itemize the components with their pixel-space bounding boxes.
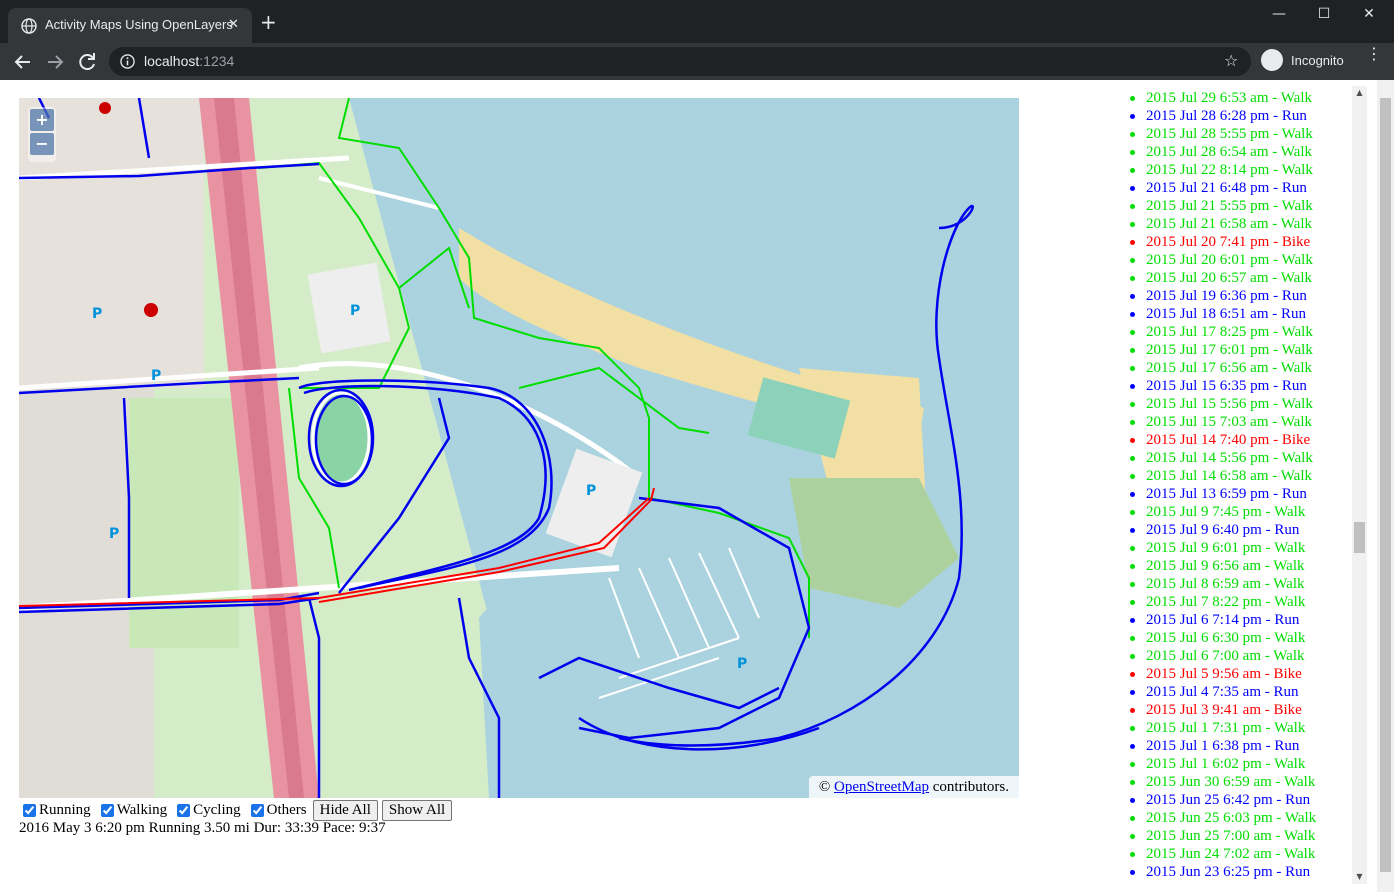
activity-item[interactable]: 2015 Jul 15 7:03 am - Walk xyxy=(1120,413,1352,431)
globe-icon xyxy=(21,18,37,34)
activity-summary: 2016 May 3 6:20 pm Running 3.50 mi Dur: … xyxy=(19,820,386,836)
activity-item[interactable]: 2015 Jul 9 6:01 pm - Walk xyxy=(1120,539,1352,557)
tab-strip: Activity Maps Using OpenLayers ✕ + — ☐ ✕ xyxy=(0,0,1394,43)
activity-item[interactable]: 2015 Jul 15 6:35 pm - Run xyxy=(1120,377,1352,395)
page-scrollbar[interactable] xyxy=(1377,80,1394,892)
activity-item[interactable]: 2015 Jul 22 8:14 pm - Walk xyxy=(1120,161,1352,179)
browser-toolbar: localhost:1234 ☆ xyxy=(0,43,1394,80)
activity-item[interactable]: 2015 Jul 17 6:01 pm - Walk xyxy=(1120,341,1352,359)
activity-item[interactable]: 2015 Jul 6 7:14 pm - Run xyxy=(1120,611,1352,629)
activity-item[interactable]: 2015 Jun 25 6:03 pm - Walk xyxy=(1120,809,1352,827)
show-all-button[interactable]: Show All xyxy=(381,799,453,821)
svg-text:P: P xyxy=(350,303,360,319)
activity-item[interactable]: 2015 Jun 24 7:02 am - Walk xyxy=(1120,845,1352,863)
activity-item[interactable]: 2015 Jul 19 6:36 pm - Run xyxy=(1120,287,1352,305)
zoom-out-button[interactable]: − xyxy=(30,133,54,155)
minimize-icon[interactable]: — xyxy=(1264,6,1294,22)
activity-item[interactable]: 2015 Jul 13 6:59 pm - Run xyxy=(1120,485,1352,503)
map-canvas[interactable]: P P P P P P xyxy=(19,98,1019,798)
zoom-controls: + − xyxy=(28,107,56,162)
running-filter[interactable]: Running xyxy=(19,802,91,819)
svg-text:P: P xyxy=(737,656,747,672)
incognito-label[interactable]: Incognito xyxy=(1291,53,1344,68)
back-arrow-icon[interactable] xyxy=(11,50,35,74)
scroll-down-icon[interactable]: ▼ xyxy=(1352,870,1367,884)
activity-item[interactable]: 2015 Jul 8 6:59 am - Walk xyxy=(1120,575,1352,593)
activity-item[interactable]: 2015 Jul 1 7:31 pm - Walk xyxy=(1120,719,1352,737)
incognito-icon[interactable] xyxy=(1261,49,1283,71)
walking-filter[interactable]: Walking xyxy=(97,802,167,819)
activity-list: 2015 Jul 29 6:53 am - Walk 2015 Jul 28 6:… xyxy=(1120,89,1352,881)
activity-item[interactable]: 2015 Jun 23 6:25 pm - Run xyxy=(1120,863,1352,881)
activity-item[interactable]: 2015 Jul 9 6:40 pm - Run xyxy=(1120,521,1352,539)
activity-item[interactable]: 2015 Jul 1 6:38 pm - Run xyxy=(1120,737,1352,755)
map-attribution: © OpenStreetMap contributors. xyxy=(808,776,1019,798)
activity-item[interactable]: 2015 Jul 14 5:56 pm - Walk xyxy=(1120,449,1352,467)
activity-item[interactable]: 2015 Jul 21 6:48 pm - Run xyxy=(1120,179,1352,197)
activity-item[interactable]: 2015 Jul 3 9:41 am - Bike xyxy=(1120,701,1352,719)
bookmark-star-icon[interactable]: ☆ xyxy=(1224,51,1238,70)
svg-text:P: P xyxy=(109,526,119,542)
activity-item[interactable]: 2015 Jul 20 6:01 pm - Walk xyxy=(1120,251,1352,269)
cycling-filter[interactable]: Cycling xyxy=(173,802,241,819)
new-tab-icon[interactable]: + xyxy=(260,12,277,32)
forward-arrow-icon[interactable] xyxy=(43,50,67,74)
filter-controls: Running Walking Cycling Others Hide All … xyxy=(19,799,456,821)
scroll-up-icon[interactable]: ▲ xyxy=(1352,86,1367,100)
page-scroll-thumb[interactable] xyxy=(1380,98,1391,872)
activity-item[interactable]: 2015 Jul 28 5:55 pm - Walk xyxy=(1120,125,1352,143)
activity-item[interactable]: 2015 Jul 20 6:57 am - Walk xyxy=(1120,269,1352,287)
browser-tab[interactable]: Activity Maps Using OpenLayers ✕ xyxy=(8,8,252,43)
list-scrollbar[interactable]: ▲ ▼ xyxy=(1352,86,1367,884)
activity-item[interactable]: 2015 Jul 1 6:02 pm - Walk xyxy=(1120,755,1352,773)
activity-item[interactable]: 2015 Jun 25 7:00 am - Walk xyxy=(1120,827,1352,845)
activity-item[interactable]: 2015 Jul 9 7:45 pm - Walk xyxy=(1120,503,1352,521)
activity-item[interactable]: 2015 Jul 17 6:56 am - Walk xyxy=(1120,359,1352,377)
others-checkbox[interactable] xyxy=(250,803,264,817)
activity-item[interactable]: 2015 Jul 7 8:22 pm - Walk xyxy=(1120,593,1352,611)
others-filter[interactable]: Others xyxy=(247,802,307,819)
address-bar[interactable]: localhost:1234 ☆ xyxy=(109,47,1251,76)
activity-item[interactable]: 2015 Jul 4 7:35 am - Run xyxy=(1120,683,1352,701)
url-text[interactable]: localhost:1234 xyxy=(144,53,234,69)
activity-item[interactable]: 2015 Jul 14 7:40 pm - Bike xyxy=(1120,431,1352,449)
activity-item[interactable]: 2015 Jul 18 6:51 am - Run xyxy=(1120,305,1352,323)
openstreetmap-link[interactable]: OpenStreetMap xyxy=(834,779,929,795)
list-scroll-thumb[interactable] xyxy=(1354,522,1365,553)
info-icon[interactable] xyxy=(120,54,135,69)
maximize-icon[interactable]: ☐ xyxy=(1309,6,1339,22)
hide-all-button[interactable]: Hide All xyxy=(312,799,378,821)
activity-item[interactable]: 2015 Jul 6 6:30 pm - Walk xyxy=(1120,629,1352,647)
activity-item[interactable]: 2015 Jul 20 7:41 pm - Bike xyxy=(1120,233,1352,251)
walking-checkbox[interactable] xyxy=(100,803,114,817)
activity-item[interactable]: 2015 Jul 6 7:00 am - Walk xyxy=(1120,647,1352,665)
running-checkbox[interactable] xyxy=(23,803,36,817)
activity-item[interactable]: 2015 Jul 17 8:25 pm - Walk xyxy=(1120,323,1352,341)
svg-text:P: P xyxy=(586,483,596,499)
close-tab-icon[interactable]: ✕ xyxy=(228,17,239,32)
window-close-icon[interactable]: ✕ xyxy=(1354,6,1384,22)
svg-text:P: P xyxy=(92,306,102,322)
cycling-checkbox[interactable] xyxy=(177,803,191,817)
reload-icon[interactable] xyxy=(75,50,99,74)
map-view[interactable]: P P P P P P + − © OpenStreetMap contribu… xyxy=(19,98,1019,798)
zoom-in-button[interactable]: + xyxy=(30,109,54,131)
activity-item[interactable]: 2015 Jul 28 6:54 am - Walk xyxy=(1120,143,1352,161)
activity-item[interactable]: 2015 Jul 21 5:55 pm - Walk xyxy=(1120,197,1352,215)
activity-item[interactable]: 2015 Jul 21 6:58 am - Walk xyxy=(1120,215,1352,233)
activity-list-panel[interactable]: 2015 Jul 29 6:53 am - Walk 2015 Jul 28 6:… xyxy=(1120,86,1352,884)
activity-item[interactable]: 2015 Jul 29 6:53 am - Walk xyxy=(1120,89,1352,107)
activity-item[interactable]: 2015 Jul 14 6:58 am - Walk xyxy=(1120,467,1352,485)
browser-menu-icon[interactable]: ⋮ xyxy=(1366,46,1382,62)
activity-item[interactable]: 2015 Jul 9 6:56 am - Walk xyxy=(1120,557,1352,575)
activity-item[interactable]: 2015 Jun 30 6:59 am - Walk xyxy=(1120,773,1352,791)
svg-text:P: P xyxy=(151,368,161,384)
activity-item[interactable]: 2015 Jul 28 6:28 pm - Run xyxy=(1120,107,1352,125)
activity-item[interactable]: 2015 Jul 5 9:56 am - Bike xyxy=(1120,665,1352,683)
activity-item[interactable]: 2015 Jun 25 6:42 pm - Run xyxy=(1120,791,1352,809)
activity-item[interactable]: 2015 Jul 15 5:56 pm - Walk xyxy=(1120,395,1352,413)
tab-title: Activity Maps Using OpenLayers xyxy=(45,17,233,32)
